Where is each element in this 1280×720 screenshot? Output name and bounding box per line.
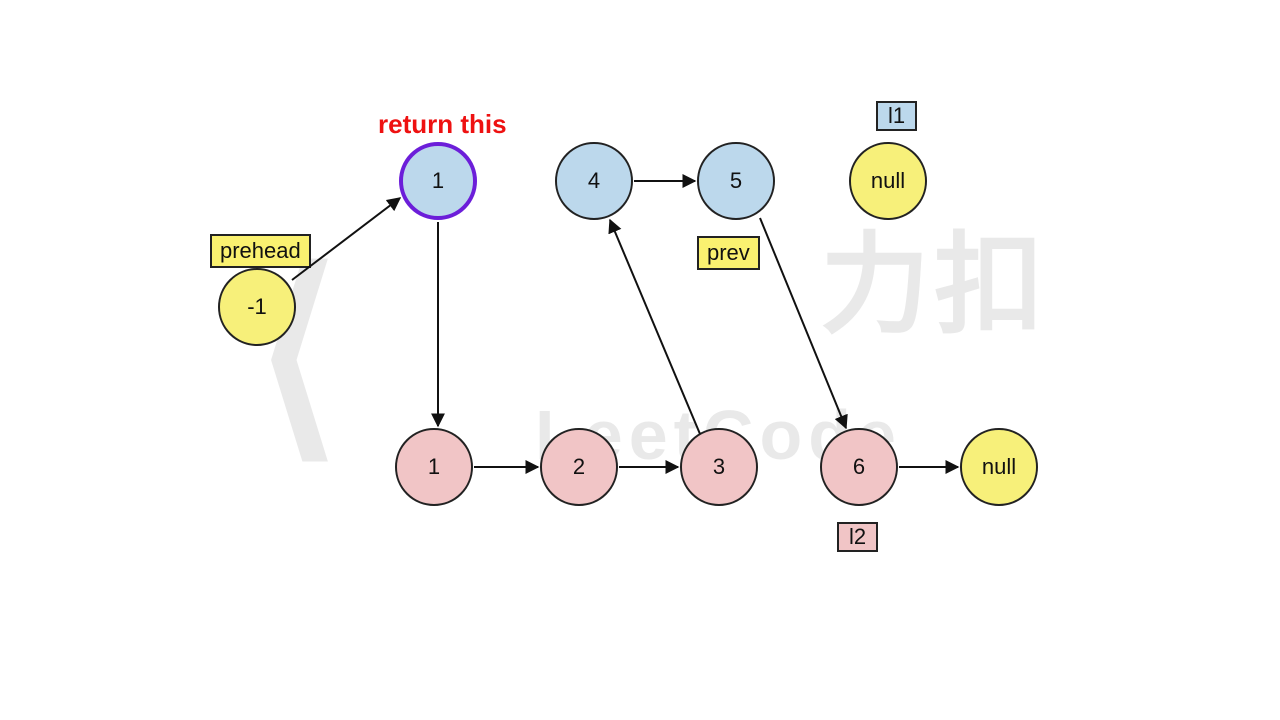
diagram-stage: ⟨ LeetCode 力扣 return this prehead prev l… — [0, 0, 1280, 720]
node-pink-1: 1 — [395, 428, 473, 506]
node-pink-3: 3 — [680, 428, 758, 506]
node-null-bottom: null — [960, 428, 1038, 506]
node-pink-6: 6 — [820, 428, 898, 506]
label-l2: l2 — [837, 522, 878, 552]
node-blue-4: 4 — [555, 142, 633, 220]
note-return-this: return this — [378, 109, 507, 140]
edge-blue5-to-pink6 — [760, 218, 846, 428]
node-pink-2: 2 — [540, 428, 618, 506]
arrows-layer — [0, 0, 1280, 720]
label-prehead: prehead — [210, 234, 311, 268]
node-prehead: -1 — [218, 268, 296, 346]
edge-pink3-to-blue4 — [610, 220, 700, 434]
node-blue-5: 5 — [697, 142, 775, 220]
node-blue-1-return: 1 — [399, 142, 477, 220]
watermark-cjk: 力扣 — [820, 195, 1048, 355]
label-prev: prev — [697, 236, 760, 270]
label-l1: l1 — [876, 101, 917, 131]
node-null-top: null — [849, 142, 927, 220]
